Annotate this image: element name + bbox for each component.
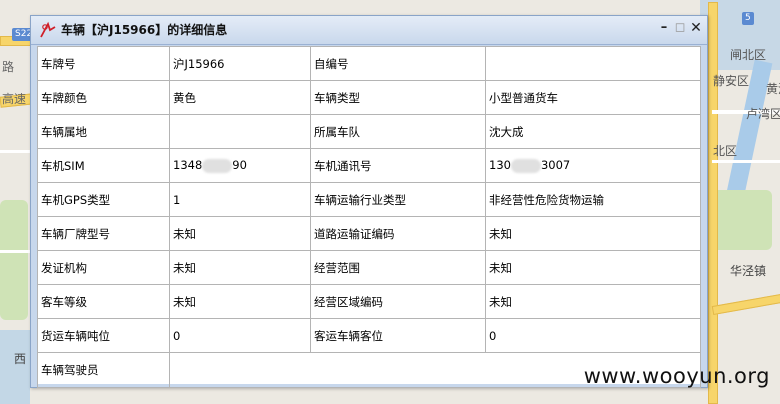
field-value: 未知 bbox=[169, 216, 311, 251]
field-value-comm: 130 3007 bbox=[485, 148, 701, 183]
field-value bbox=[485, 46, 701, 81]
table-row: 车辆属地 所属车队 沈大成 bbox=[37, 114, 701, 149]
field-value: 非经营性危险货物运输 bbox=[485, 182, 701, 217]
table-row: 货运车辆吨位 0 客运车辆客位 0 bbox=[37, 318, 701, 353]
field-label: 自编号 bbox=[310, 46, 486, 81]
table-row: 客车等级 未知 经营区域编码 未知 bbox=[37, 284, 701, 319]
field-value: 未知 bbox=[169, 250, 311, 285]
district-label-luwan: 卢湾区 bbox=[746, 107, 780, 121]
field-value: 未知 bbox=[485, 216, 701, 251]
field-value: 沪J15966 bbox=[169, 46, 311, 81]
table-row: 发证机构 未知 经营范围 未知 bbox=[37, 250, 701, 285]
vehicle-info-table: 车牌号 沪J15966 自编号 车牌颜色 黄色 车辆类型 小型普通货车 车辆属地… bbox=[37, 46, 701, 388]
field-value: 小型普通货车 bbox=[485, 80, 701, 115]
field-label: 货运车辆吨位 bbox=[37, 318, 170, 353]
maximize-button[interactable]: ◻ bbox=[673, 21, 687, 35]
minimize-button[interactable]: – bbox=[657, 21, 671, 35]
satellite-icon bbox=[40, 21, 56, 38]
field-label: 车机GPS类型 bbox=[37, 182, 170, 217]
field-value: 未知 bbox=[485, 284, 701, 319]
dialog-content: 车牌号 沪J15966 自编号 车牌颜色 黄色 车辆类型 小型普通货车 车辆属地… bbox=[37, 46, 701, 388]
field-label: 车牌号 bbox=[37, 46, 170, 81]
field-value: 1 bbox=[169, 182, 311, 217]
field-label: 经营区域编码 bbox=[310, 284, 486, 319]
field-label: 车机通讯号 bbox=[310, 148, 486, 183]
field-value bbox=[169, 114, 311, 149]
field-value: 未知 bbox=[169, 284, 311, 319]
dialog-title: 车辆【沪J15966】的详细信息 bbox=[61, 23, 228, 37]
field-label: 车辆厂牌型号 bbox=[37, 216, 170, 251]
field-label: 车牌颜色 bbox=[37, 80, 170, 115]
comm-suffix: 3007 bbox=[540, 158, 571, 173]
district-label-jingan: 静安区 bbox=[713, 74, 750, 88]
close-button[interactable]: ✕ bbox=[689, 21, 703, 35]
field-value: 沈大成 bbox=[485, 114, 701, 149]
redaction-blur bbox=[202, 158, 233, 173]
sim-prefix: 1348 bbox=[173, 158, 203, 173]
town-label: 华泾镇 bbox=[730, 264, 767, 278]
district-label-huangpu: 黄浦区 bbox=[766, 82, 780, 96]
field-label: 车辆驾驶员 bbox=[37, 352, 170, 388]
table-row: 车机GPS类型 1 车辆运输行业类型 非经营性危险货物运输 bbox=[37, 182, 701, 217]
road-label: 高速 bbox=[2, 92, 27, 106]
field-label: 发证机构 bbox=[37, 250, 170, 285]
table-row: 车牌颜色 黄色 车辆类型 小型普通货车 bbox=[37, 80, 701, 115]
field-label: 客车等级 bbox=[37, 284, 170, 319]
field-label: 车机SIM bbox=[37, 148, 170, 183]
district-label-bei: 北区 bbox=[713, 144, 738, 158]
table-row: 车牌号 沪J15966 自编号 bbox=[37, 46, 701, 81]
field-value: 0 bbox=[485, 318, 701, 353]
road-label-2: 路 bbox=[2, 60, 15, 74]
district-label-zhabei: 闸北区 bbox=[730, 48, 767, 62]
field-label: 道路运输证编码 bbox=[310, 216, 486, 251]
table-row: 车辆厂牌型号 未知 道路运输证编码 未知 bbox=[37, 216, 701, 251]
table-row: 车机SIM 1348 90 车机通讯号 130 3007 bbox=[37, 148, 701, 183]
field-label: 车辆属地 bbox=[37, 114, 170, 149]
map-label-fragment: 西 bbox=[14, 352, 27, 366]
watermark-text: www.wooyun.org bbox=[583, 364, 770, 388]
field-label: 客运车辆客位 bbox=[310, 318, 486, 353]
vehicle-detail-dialog: 车辆【沪J15966】的详细信息 – ◻ ✕ 车牌号 沪J15966 自编号 车… bbox=[30, 15, 708, 388]
comm-prefix: 130 bbox=[489, 158, 511, 173]
field-label: 所属车队 bbox=[310, 114, 486, 149]
field-label: 车辆类型 bbox=[310, 80, 486, 115]
sim-suffix: 90 bbox=[232, 158, 247, 173]
dialog-titlebar[interactable]: 车辆【沪J15966】的详细信息 – ◻ ✕ bbox=[31, 16, 707, 45]
field-value: 未知 bbox=[485, 250, 701, 285]
road-shield-small: 5 bbox=[742, 12, 754, 25]
field-value: 黄色 bbox=[169, 80, 311, 115]
field-label: 经营范围 bbox=[310, 250, 486, 285]
field-label: 车辆运输行业类型 bbox=[310, 182, 486, 217]
redaction-blur bbox=[510, 158, 541, 173]
field-value: 0 bbox=[169, 318, 311, 353]
field-value-sim: 1348 90 bbox=[169, 148, 311, 183]
